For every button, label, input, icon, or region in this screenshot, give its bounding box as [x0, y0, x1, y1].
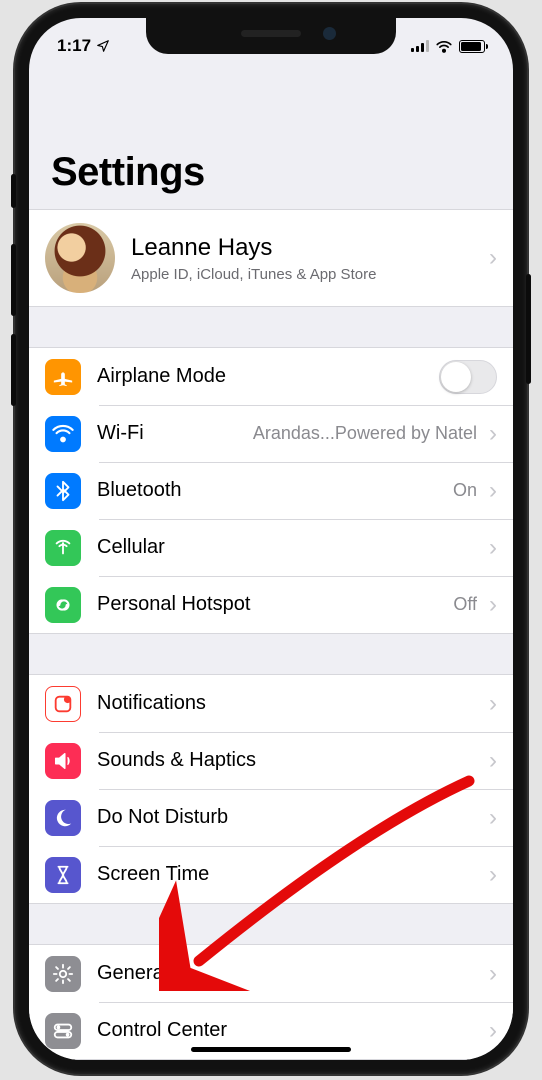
- row-label: Screen Time: [97, 863, 485, 886]
- row-detail: On: [453, 480, 477, 501]
- airplane-icon: [45, 359, 81, 395]
- screen: 1:17 Settings Leanne Hays: [29, 18, 513, 1060]
- row-label: Bluetooth: [97, 479, 453, 502]
- row-notifications[interactable]: Notifications ›: [29, 675, 513, 732]
- cellular-icon: [45, 530, 81, 566]
- switches-icon: [45, 1013, 81, 1049]
- avatar: [45, 223, 115, 293]
- row-bluetooth[interactable]: Bluetooth On ›: [29, 462, 513, 519]
- gear-icon: [45, 956, 81, 992]
- bluetooth-icon: [45, 473, 81, 509]
- wifi-icon: [45, 416, 81, 452]
- home-indicator[interactable]: [191, 1047, 351, 1052]
- row-label: Sounds & Haptics: [97, 749, 485, 772]
- row-cellular[interactable]: Cellular ›: [29, 519, 513, 576]
- chevron-right-icon: ›: [489, 804, 497, 832]
- volume-up-button: [11, 244, 16, 316]
- chevron-right-icon: ›: [489, 861, 497, 889]
- status-time: 1:17: [57, 36, 91, 56]
- cellular-signal-icon: [411, 40, 429, 52]
- row-label: Wi-Fi: [97, 422, 253, 445]
- row-hotspot[interactable]: Personal Hotspot Off ›: [29, 576, 513, 633]
- row-sounds[interactable]: Sounds & Haptics ›: [29, 732, 513, 789]
- page-title: Settings: [29, 62, 513, 209]
- notifications-icon: [45, 686, 81, 722]
- row-general[interactable]: General ›: [29, 945, 513, 1002]
- row-label: General: [97, 962, 485, 985]
- row-label: Cellular: [97, 536, 485, 559]
- profile-subtitle: Apple ID, iCloud, iTunes & App Store: [131, 266, 485, 283]
- wifi-status-icon: [435, 39, 453, 53]
- row-label: Do Not Disturb: [97, 806, 485, 829]
- chevron-right-icon: ›: [489, 747, 497, 775]
- chevron-right-icon: ›: [489, 690, 497, 718]
- row-label: Airplane Mode: [97, 365, 439, 388]
- row-airplane[interactable]: Airplane Mode: [29, 348, 513, 405]
- settings-group-alerts: Notifications › Sounds & Haptics › Do No…: [29, 674, 513, 904]
- battery-icon: [459, 40, 485, 53]
- settings-content: Settings Leanne Hays Apple ID, iCloud, i…: [29, 62, 513, 1060]
- chevron-right-icon: ›: [489, 420, 497, 448]
- moon-icon: [45, 800, 81, 836]
- location-icon: [96, 39, 110, 53]
- settings-group-connectivity: Airplane Mode Wi-Fi Arandas...Powered by…: [29, 347, 513, 634]
- row-label: Personal Hotspot: [97, 593, 453, 616]
- row-screentime[interactable]: Screen Time ›: [29, 846, 513, 903]
- chevron-right-icon: ›: [489, 244, 497, 272]
- chevron-right-icon: ›: [489, 477, 497, 505]
- chevron-right-icon: ›: [489, 960, 497, 988]
- power-button: [526, 274, 531, 384]
- chevron-right-icon: ›: [489, 591, 497, 619]
- profile-name: Leanne Hays: [131, 234, 485, 262]
- row-detail: Arandas...Powered by Natel: [253, 423, 477, 444]
- chevron-right-icon: ›: [489, 1017, 497, 1045]
- mute-switch: [11, 174, 16, 208]
- chevron-right-icon: ›: [489, 534, 497, 562]
- profile-row[interactable]: Leanne Hays Apple ID, iCloud, iTunes & A…: [29, 210, 513, 306]
- hotspot-icon: [45, 587, 81, 623]
- sounds-icon: [45, 743, 81, 779]
- volume-down-button: [11, 334, 16, 406]
- row-wifi[interactable]: Wi-Fi Arandas...Powered by Natel ›: [29, 405, 513, 462]
- notch: [146, 18, 396, 54]
- row-dnd[interactable]: Do Not Disturb ›: [29, 789, 513, 846]
- airplane-toggle[interactable]: [439, 360, 497, 394]
- settings-group-general: General › Control Center ›: [29, 944, 513, 1060]
- row-label: Control Center: [97, 1019, 485, 1042]
- row-label: Notifications: [97, 692, 485, 715]
- hourglass-icon: [45, 857, 81, 893]
- row-detail: Off: [453, 594, 477, 615]
- phone-frame: 1:17 Settings Leanne Hays: [15, 4, 527, 1074]
